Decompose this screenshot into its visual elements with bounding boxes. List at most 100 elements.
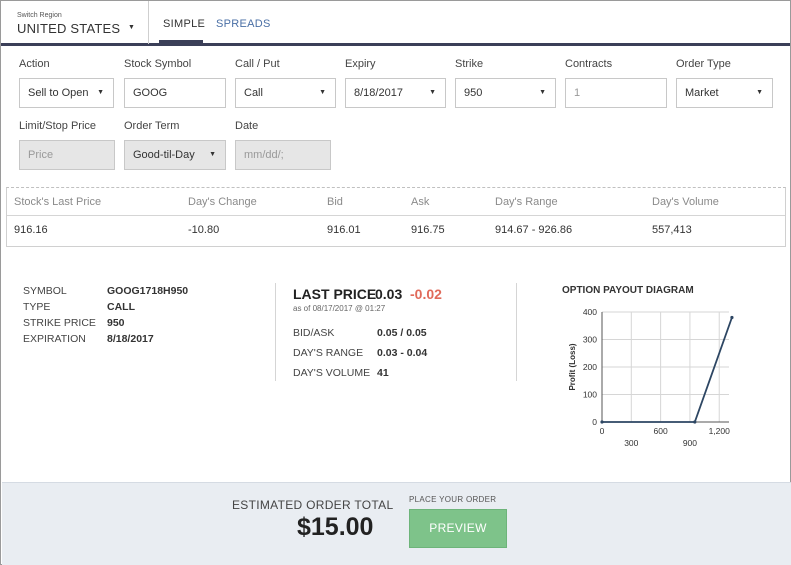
quote-ask: 916.75 — [411, 224, 445, 236]
tab-simple[interactable]: SIMPLE — [163, 18, 205, 30]
days-range-value: 0.03 - 0.04 — [377, 347, 428, 359]
x-tick-label: 600 — [654, 426, 668, 436]
caret-down-icon: ▼ — [756, 89, 763, 96]
expiration-detail-label: EXPIRATION — [23, 333, 86, 345]
quote-volume: 557,413 — [652, 224, 692, 236]
limit-stop-placeholder: Price — [28, 149, 54, 161]
date-input[interactable]: mm/dd/; — [235, 140, 331, 170]
strike-detail-label: STRIKE PRICE — [23, 317, 96, 329]
x-tick-label: 0 — [600, 426, 605, 436]
order-ticket: Switch Region UNITED STATES ▼ SIMPLE SPR… — [0, 0, 791, 565]
bid-ask-label: BID/ASK — [293, 327, 335, 339]
header-divider — [148, 1, 149, 44]
payout-point — [730, 315, 734, 320]
quote-header-change: Day's Change — [188, 196, 257, 208]
caret-down-icon: ▼ — [319, 89, 326, 96]
order-footer — [2, 482, 791, 565]
action-label: Action — [19, 58, 50, 70]
call-put-value: Call — [244, 87, 263, 99]
symbol-detail-value: GOOG1718H950 — [107, 285, 189, 297]
contracts-input[interactable]: 1 — [565, 78, 667, 108]
order-type-select[interactable]: Market ▼ — [676, 78, 773, 108]
payout-line — [602, 317, 733, 423]
y-tick-label: 100 — [583, 390, 597, 400]
caret-down-icon: ▼ — [429, 89, 436, 96]
x-tick-label: 900 — [683, 438, 697, 448]
region-value: UNITED STATES — [17, 21, 121, 36]
y-tick-label: 200 — [583, 362, 597, 372]
type-detail-value: CALL — [107, 301, 135, 313]
order-term-select[interactable]: Good-til-Day ▼ — [124, 140, 226, 170]
expiry-label: Expiry — [345, 58, 376, 70]
symbol-input[interactable]: GOOG — [124, 78, 226, 108]
quote-last-price: 916.16 — [14, 224, 48, 236]
divider — [516, 283, 517, 381]
region-selector[interactable]: Switch Region UNITED STATES ▼ — [17, 11, 143, 39]
symbol-label: Stock Symbol — [124, 58, 192, 70]
strike-select[interactable]: 950 ▼ — [455, 78, 556, 108]
last-price-value: 0.03 — [375, 286, 403, 302]
bid-ask-value: 0.05 / 0.05 — [377, 327, 427, 339]
place-order-label: PLACE YOUR ORDER — [409, 495, 497, 504]
limit-stop-input[interactable]: Price — [19, 140, 115, 170]
chart-title: OPTION PAYOUT DIAGRAM — [562, 285, 694, 296]
order-term-label: Order Term — [124, 120, 180, 132]
row-divider — [7, 215, 785, 216]
symbol-value: GOOG — [133, 87, 168, 99]
expiry-value: 8/18/2017 — [354, 87, 403, 99]
y-tick-label: 400 — [583, 307, 597, 317]
caret-down-icon: ▼ — [128, 24, 135, 31]
quote-range: 914.67 - 926.86 — [495, 224, 573, 236]
action-value: Sell to Open — [28, 87, 89, 99]
quote-header-range: Day's Range — [495, 196, 558, 208]
limit-stop-label: Limit/Stop Price — [19, 120, 97, 132]
quote-header-last-price: Stock's Last Price — [14, 196, 102, 208]
region-label: Switch Region — [17, 12, 62, 19]
y-axis-label: Profit (Loss) — [568, 343, 577, 390]
contracts-label: Contracts — [565, 58, 613, 70]
expiry-select[interactable]: 8/18/2017 ▼ — [345, 78, 446, 108]
preview-button[interactable]: PREVIEW — [409, 509, 507, 548]
strike-label: Strike — [455, 58, 484, 70]
strike-value: 950 — [464, 87, 483, 99]
payout-point — [693, 420, 697, 424]
days-range-label: DAY'S RANGE — [293, 347, 364, 359]
estimated-total-value: $15.00 — [297, 513, 374, 541]
contracts-value: 1 — [574, 87, 581, 99]
order-term-value: Good-til-Day — [133, 149, 195, 161]
y-tick-label: 300 — [583, 335, 597, 345]
action-select[interactable]: Sell to Open ▼ — [19, 78, 114, 108]
order-type-value: Market — [685, 87, 719, 99]
estimated-total-label: ESTIMATED ORDER TOTAL — [232, 498, 394, 512]
expiration-detail-value: 8/18/2017 — [107, 333, 154, 345]
caret-down-icon: ▼ — [539, 89, 546, 96]
tab-spreads[interactable]: SPREADS — [216, 18, 271, 30]
divider — [275, 283, 276, 381]
call-put-label: Call / Put — [235, 58, 280, 70]
days-volume-value: 41 — [377, 367, 389, 379]
date-placeholder: mm/dd/; — [244, 149, 284, 161]
payout-point — [600, 420, 604, 424]
y-tick-label: 0 — [592, 417, 597, 427]
stock-quote-table: Stock's Last Price Day's Change Bid Ask … — [6, 187, 786, 247]
caret-down-icon: ▼ — [209, 151, 216, 158]
date-label: Date — [235, 120, 259, 132]
quote-header-ask: Ask — [411, 196, 430, 208]
caret-down-icon: ▼ — [97, 89, 104, 96]
last-price-change: -0.02 — [410, 286, 442, 302]
call-put-select[interactable]: Call ▼ — [235, 78, 336, 108]
last-price-timestamp: as of 08/17/2017 @ 01:27 — [293, 304, 386, 313]
quote-header-bid: Bid — [327, 196, 343, 208]
option-payout-chart: 0 100 200 300 400 0 300 600 900 1,200 Profit (Loss… — [568, 307, 734, 448]
header: Switch Region UNITED STATES ▼ SIMPLE SPR… — [1, 1, 790, 46]
symbol-detail-label: SYMBOL — [23, 285, 67, 297]
days-volume-label: DAY'S VOLUME — [293, 367, 371, 379]
active-tab-indicator — [159, 40, 203, 44]
type-detail-label: TYPE — [23, 301, 51, 313]
last-price-title: LAST PRICE — [293, 286, 377, 302]
strike-detail-value: 950 — [107, 317, 125, 329]
quote-header-volume: Day's Volume — [652, 196, 719, 208]
quote-change: -10.80 — [188, 224, 220, 236]
quote-bid: 916.01 — [327, 224, 361, 236]
x-tick-label: 1,200 — [709, 426, 731, 436]
